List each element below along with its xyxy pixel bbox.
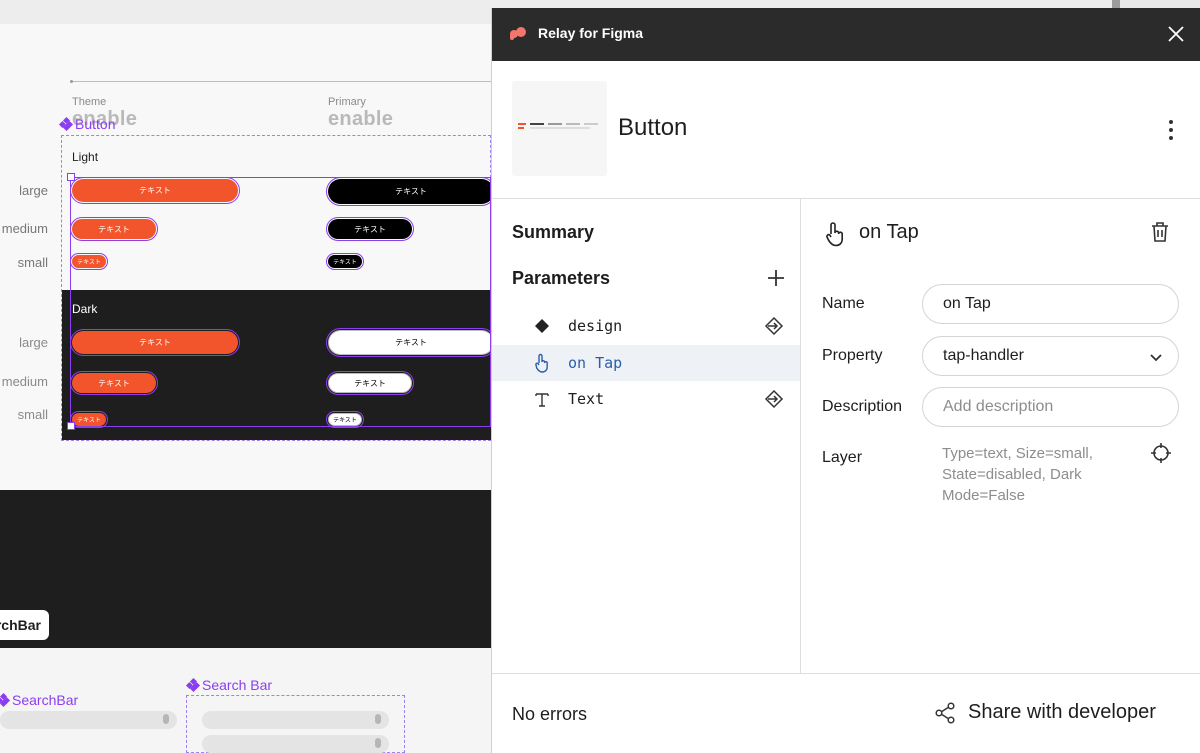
- selection-handle-top-left[interactable]: [67, 173, 75, 181]
- diamond-icon: [532, 316, 552, 336]
- primary-column-value: enable: [328, 108, 394, 130]
- parameter-item-on-tap[interactable]: on Tap: [492, 345, 800, 381]
- description-input[interactable]: Add description: [922, 387, 1179, 427]
- layer-selection-box: [70, 177, 491, 427]
- layer-label: Layer: [822, 449, 863, 466]
- theme-column-label: Theme: [72, 96, 107, 108]
- component-icon: [58, 116, 74, 132]
- row-label-medium-dark: medium: [1, 374, 48, 389]
- divider-dot: [70, 80, 73, 83]
- panel-header: Relay for Figma: [492, 8, 1200, 61]
- mic-icon: [375, 714, 381, 724]
- share-with-developer-button[interactable]: Share with developer: [934, 701, 1156, 724]
- mic-icon: [163, 714, 169, 724]
- dark-canvas-band: [0, 490, 491, 648]
- search-bar-label-text: Search Bar: [202, 677, 273, 693]
- searchbar-label-text: SearchBar: [12, 692, 79, 708]
- property-label: Property: [822, 347, 883, 364]
- close-icon[interactable]: [1165, 23, 1187, 45]
- component-header: Button: [492, 61, 1200, 199]
- add-parameter-icon[interactable]: [767, 269, 785, 287]
- row-label-large-dark: large: [19, 335, 48, 350]
- parameter-item-text[interactable]: Text: [492, 381, 800, 417]
- row-label-small: small: [17, 255, 48, 270]
- divider-line: [70, 81, 491, 82]
- button-component-label[interactable]: Button: [58, 116, 116, 132]
- parameter-name: on Tap: [568, 354, 623, 372]
- searchbar-field-left[interactable]: [0, 711, 177, 729]
- searchbar-frame-chip[interactable]: rchBar: [0, 610, 49, 640]
- component-label-text: Button: [75, 116, 116, 132]
- property-select[interactable]: tap-handler: [922, 336, 1179, 376]
- component-thumbnail: [512, 81, 607, 176]
- error-status: No errors: [512, 704, 588, 724]
- mic-icon: [375, 738, 381, 748]
- name-input[interactable]: on Tap: [922, 284, 1179, 324]
- panel-footer: No errors Share with developer: [492, 673, 1200, 753]
- parameters-column: Summary Parameters design on Tap Text: [492, 199, 801, 673]
- layer-value: Type=text, Size=small, State=disabled, D…: [942, 445, 1093, 504]
- delete-icon[interactable]: [1150, 221, 1170, 243]
- parameter-item-design[interactable]: design: [492, 308, 800, 344]
- share-icon: [935, 701, 955, 724]
- relay-logo-icon: [510, 27, 526, 40]
- search-bar-field-2[interactable]: [202, 735, 389, 753]
- row-label-large: large: [19, 183, 48, 198]
- search-bar-component-label[interactable]: Search Bar: [185, 677, 273, 693]
- bind-arrow-icon[interactable]: [764, 316, 784, 336]
- more-options-icon[interactable]: [1168, 120, 1174, 140]
- detail-title: on Tap: [859, 221, 919, 243]
- component-icon: [0, 692, 11, 708]
- selection-handle-bottom-left[interactable]: [67, 422, 75, 430]
- parameter-detail: on Tap Name on Tap Property tap-handler …: [801, 199, 1200, 673]
- share-label: Share with developer: [968, 701, 1156, 723]
- locate-layer-icon[interactable]: [1150, 442, 1172, 464]
- property-value: tap-handler: [943, 347, 1024, 364]
- parameters-heading: Parameters: [512, 268, 611, 288]
- search-bar-field-1[interactable]: [202, 711, 389, 729]
- parameter-name: design: [568, 317, 623, 335]
- primary-column-label: Primary: [328, 96, 366, 108]
- tap-icon: [826, 222, 843, 247]
- row-label-small-dark: small: [17, 407, 48, 422]
- tap-icon: [532, 353, 552, 373]
- text-t-icon: [532, 389, 552, 409]
- parameter-name: Text: [568, 390, 605, 408]
- panel-title: Relay for Figma: [538, 25, 644, 41]
- summary-tab[interactable]: Summary: [512, 222, 594, 243]
- light-group-title: Light: [72, 150, 99, 164]
- bind-arrow-icon[interactable]: [764, 389, 784, 409]
- component-name: Button: [618, 114, 688, 141]
- name-label: Name: [822, 295, 865, 312]
- row-label-medium: medium: [1, 221, 48, 236]
- component-icon: [185, 677, 201, 693]
- searchbar-component-label[interactable]: SearchBar: [0, 692, 78, 708]
- relay-plugin-panel: Relay for Figma Button Summary Parameter…: [491, 8, 1200, 753]
- description-label: Description: [822, 398, 903, 415]
- chevron-down-icon: [1150, 354, 1162, 362]
